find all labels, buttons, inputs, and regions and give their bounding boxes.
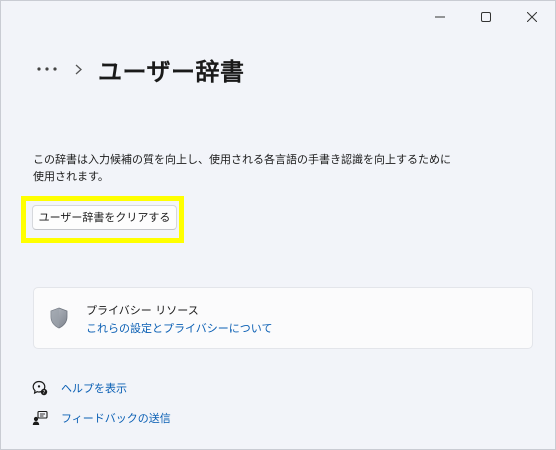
more-horizontal-icon: [37, 67, 57, 71]
breadcrumb: ユーザー辞書: [35, 53, 245, 86]
page-title: ユーザー辞書: [98, 57, 245, 86]
caption-buttons: [417, 1, 555, 33]
privacy-card-title: プライバシー リソース: [86, 304, 199, 317]
dictionary-description: この辞書は入力候補の質を向上し、使用される各言語の手書き認識を向上するために使用…: [33, 153, 451, 183]
send-feedback-link[interactable]: フィードバックの送信: [31, 409, 171, 427]
clear-user-dictionary-button[interactable]: ユーザー辞書をクリアする: [32, 205, 177, 230]
privacy-settings-link[interactable]: これらの設定とプライバシーについて: [86, 320, 272, 336]
minimize-icon: [435, 16, 445, 18]
help-icon: ?: [31, 379, 49, 397]
get-help-link[interactable]: ? ヘルプを表示: [31, 379, 127, 397]
breadcrumb-more-button[interactable]: [35, 59, 59, 79]
get-help-label: ヘルプを表示: [61, 382, 127, 395]
maximize-icon: [481, 12, 491, 22]
close-button[interactable]: [509, 1, 555, 33]
chevron-right-icon: [75, 64, 82, 75]
maximize-button[interactable]: [463, 1, 509, 33]
svg-text:?: ?: [43, 390, 46, 396]
shield-icon: [49, 307, 69, 333]
feedback-icon: [31, 409, 49, 427]
minimize-button[interactable]: [417, 1, 463, 33]
privacy-resources-card: プライバシー リソース これらの設定とプライバシーについて: [33, 287, 533, 349]
close-icon: [527, 12, 537, 22]
settings-window: ユーザー辞書 この辞書は入力候補の質を向上し、使用される各言語の手書き認識を向上…: [0, 0, 556, 450]
send-feedback-label: フィードバックの送信: [61, 412, 171, 425]
